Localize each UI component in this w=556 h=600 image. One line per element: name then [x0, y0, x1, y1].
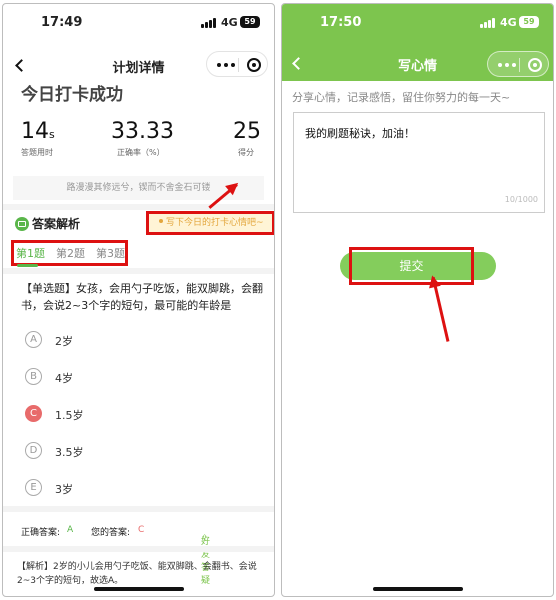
more-dots-icon[interactable]	[217, 63, 235, 67]
home-indicator	[93, 587, 184, 591]
option-a-letter: A	[25, 331, 42, 348]
target-icon[interactable]	[247, 58, 261, 72]
option-b-text: 4岁	[55, 372, 73, 385]
your-answer-label: 您的答案:	[91, 528, 131, 538]
option-c-letter: C	[25, 405, 42, 422]
stat-time: 14s 答题用时	[21, 119, 55, 158]
mini-program-capsule	[206, 51, 268, 77]
section-divider	[3, 506, 274, 512]
answer-book-icon	[15, 217, 29, 231]
option-c-text: 1.5岁	[55, 409, 84, 422]
option-a-text: 2岁	[55, 335, 73, 348]
section-divider	[3, 204, 274, 210]
option-e-letter: E	[25, 479, 42, 496]
stats-row: 14s 答题用时 33.33 正确率（%） 25 得分	[3, 119, 274, 169]
status-bar: 17:50 4G 59	[282, 4, 553, 40]
tab-question-1[interactable]: 第1题	[16, 245, 45, 261]
stat-score: 25 得分	[233, 119, 261, 158]
capsule-divider	[519, 58, 520, 72]
mini-program-capsule	[487, 51, 549, 77]
correct-answer-label: 正确答案:	[21, 528, 61, 538]
stat-accuracy-label: 正确率（%）	[117, 148, 165, 157]
write-mood-screen: 17:50 4G 59 写心情 分享心情，记录感悟，留住你努力的每一天~ 我的刷…	[281, 3, 554, 597]
question-text: 【单选题】女孩，会用勺子吃饭，能双脚跳，会翻书，会说2~3个字的短句，最可能的年…	[21, 282, 263, 312]
section-divider	[3, 268, 274, 274]
explanation-text: 【解析】2岁的小儿会用勺子吃饭、能双脚跳、会翻书、会说2~3个字的短句，故选A。	[17, 562, 257, 586]
network-label: 4G	[500, 16, 517, 29]
checkin-success-title: 今日打卡成功	[21, 85, 123, 105]
char-count: 10/1000	[504, 195, 538, 204]
mood-text-value: 我的刷题秘诀，加油！	[305, 127, 415, 140]
stat-time-unit: s	[49, 128, 55, 141]
nav-bar: 计划详情	[3, 44, 274, 82]
answer-analysis-title: 答案解析	[32, 217, 81, 231]
option-b-letter: B	[25, 368, 42, 385]
stat-accuracy-value: 33.33	[111, 119, 174, 144]
stat-time-label: 答题用时	[21, 148, 53, 157]
stat-score-value: 25	[233, 119, 261, 144]
network-label: 4G	[221, 16, 238, 29]
more-dots-icon[interactable]	[498, 63, 516, 67]
status-bar: 17:49 4G 59	[3, 4, 274, 40]
stat-accuracy: 33.33 正确率（%）	[111, 119, 174, 158]
your-answer-value: C	[138, 525, 145, 535]
signal-icon	[201, 18, 217, 28]
battery-icon: 59	[519, 16, 539, 28]
option-e-text: 3岁	[55, 483, 73, 496]
target-icon[interactable]	[528, 58, 542, 72]
submit-button[interactable]: 提交	[349, 247, 474, 285]
home-indicator	[372, 587, 463, 591]
write-mood-label: 写下今日的打卡心情吧~	[166, 218, 264, 228]
question-tabs: 第1题 第2题 第3题	[11, 240, 128, 267]
share-prompt: 分享心情，记录感悟，留住你努力的每一天~	[292, 91, 511, 104]
stat-time-value: 14	[21, 119, 49, 144]
mood-textarea[interactable]: 我的刷题秘诀，加油！ 10/1000	[293, 112, 545, 213]
tab-question-2[interactable]: 第2题	[56, 245, 85, 261]
battery-icon: 59	[240, 16, 260, 28]
status-time: 17:50	[320, 15, 362, 30]
answer-analysis-header: 答案解析	[15, 215, 80, 232]
active-tab-indicator	[17, 264, 38, 267]
option-d-letter: D	[25, 442, 42, 459]
hint-dot-icon	[159, 219, 163, 223]
write-mood-link[interactable]: 写下今日的打卡心情吧~	[146, 211, 274, 235]
answer-summary-row: 正确答案: A 您的答案: C ⇪ 好友答疑	[3, 516, 274, 586]
signal-icon	[480, 18, 496, 28]
stat-score-label: 得分	[238, 148, 254, 157]
correct-answer-value: A	[67, 525, 74, 535]
section-divider	[3, 546, 274, 552]
capsule-divider	[238, 58, 239, 72]
plan-detail-screen: 17:49 4G 59 计划详情 今日打卡成功 14s 答题用时 33.33 正…	[2, 3, 275, 597]
status-time: 17:49	[41, 15, 83, 30]
option-d-text: 3.5岁	[55, 446, 84, 459]
tab-question-3[interactable]: 第3题	[96, 245, 125, 261]
